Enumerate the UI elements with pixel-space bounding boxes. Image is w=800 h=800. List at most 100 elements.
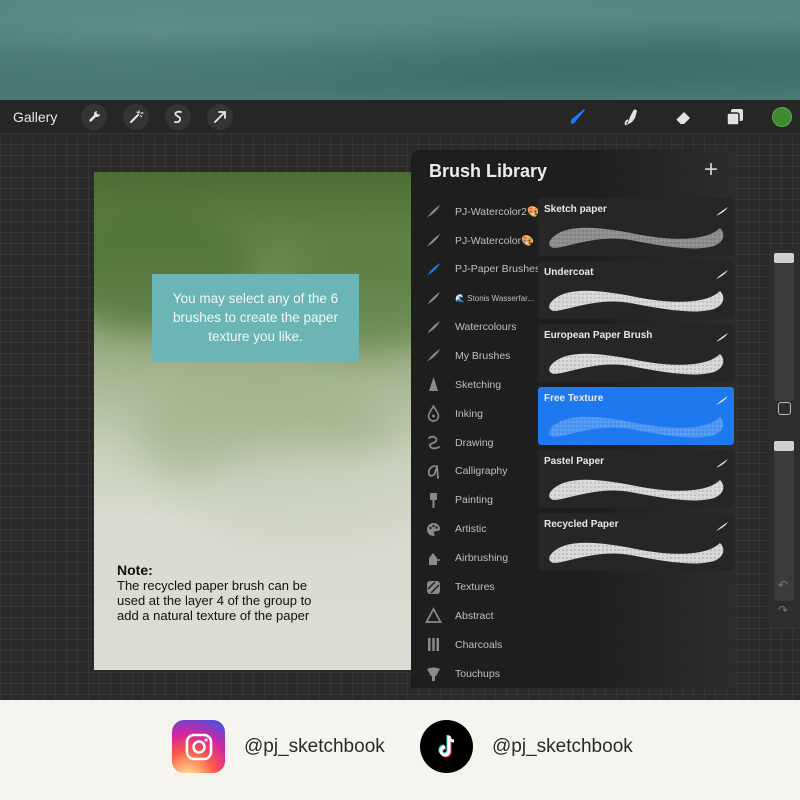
brush-set-label: Charcoals bbox=[455, 638, 503, 651]
tiktok-link[interactable]: @pj_sketchbook bbox=[420, 720, 633, 773]
brush-stroke-preview bbox=[546, 533, 726, 567]
selection-icon[interactable] bbox=[165, 103, 192, 130]
brush-name: Undercoat bbox=[544, 267, 594, 278]
brush-set-list: PJ-Watercolor2🎨 PJ-Watercolor🎨 PJ-Paper Br… bbox=[411, 197, 538, 688]
instagram-handle: @pj_sketchbook bbox=[244, 735, 385, 757]
brush-icon[interactable] bbox=[564, 102, 594, 132]
brush-set-label: Abstract bbox=[455, 609, 494, 622]
brush-set-item[interactable]: Airbrushing bbox=[411, 544, 538, 573]
brush-set-item[interactable]: Charcoals bbox=[411, 630, 538, 659]
brush-stroke-preview bbox=[546, 470, 726, 504]
brush-set-label: Sketching bbox=[455, 378, 502, 391]
gallery-button[interactable]: Gallery bbox=[13, 109, 57, 125]
paintbrush-icon bbox=[425, 492, 442, 509]
instagram-link[interactable]: @pj_sketchbook bbox=[172, 720, 385, 773]
watercolor-banner bbox=[0, 0, 800, 100]
brush-set-item[interactable]: Sketching bbox=[411, 370, 538, 399]
brush-set-item[interactable]: Drawing bbox=[411, 428, 538, 457]
slider-handle[interactable] bbox=[774, 253, 794, 263]
brush-item[interactable]: European Paper Brush bbox=[538, 324, 734, 382]
eraser-icon[interactable] bbox=[668, 102, 698, 132]
brush-set-label: Textures bbox=[455, 581, 495, 594]
brush-size-slider[interactable] bbox=[774, 253, 794, 401]
feather-icon bbox=[716, 456, 728, 468]
airbrush-icon bbox=[425, 550, 442, 567]
feather-icon bbox=[716, 267, 728, 279]
brush-set-item[interactable]: PJ-Watercolor2🎨 bbox=[411, 197, 538, 226]
feather-icon bbox=[716, 204, 728, 216]
plus-icon[interactable]: + bbox=[704, 158, 718, 182]
instagram-icon bbox=[172, 720, 225, 773]
brush-set-item[interactable]: My Brushes bbox=[411, 341, 538, 370]
panel-title: Brush Library bbox=[429, 161, 548, 181]
brush-set-item[interactable]: Calligraphy bbox=[411, 457, 538, 486]
layers-icon[interactable] bbox=[720, 102, 750, 132]
brush-set-label: 🌊 Stonis Wasserfar... bbox=[455, 293, 535, 303]
feather-icon bbox=[425, 347, 442, 364]
slider-handle[interactable] bbox=[774, 441, 794, 451]
brush-set-label: Painting bbox=[455, 494, 493, 507]
brush-set-label: PJ-Watercolor2🎨 bbox=[455, 205, 538, 218]
undo-icon[interactable]: ↶ bbox=[778, 578, 788, 592]
brush-set-label: PJ-Watercolor🎨 bbox=[455, 234, 535, 247]
pencil-tip-icon bbox=[425, 376, 442, 393]
opacity-slider[interactable] bbox=[774, 441, 794, 601]
feather-icon bbox=[425, 261, 442, 278]
brush-set-item[interactable]: Abstract bbox=[411, 601, 538, 630]
smudge-icon[interactable] bbox=[616, 102, 646, 132]
brush-item[interactable]: Undercoat bbox=[538, 261, 734, 319]
tiktok-icon bbox=[420, 720, 473, 773]
brush-stroke-preview bbox=[546, 344, 726, 378]
color-picker-button[interactable] bbox=[772, 106, 792, 127]
note-title: Note: bbox=[117, 562, 153, 578]
palette-icon bbox=[425, 521, 442, 538]
tip-callout: You may select any of the 6 brushes to c… bbox=[152, 274, 359, 362]
feather-icon bbox=[425, 203, 442, 220]
brush-set-item[interactable]: Painting bbox=[411, 486, 538, 515]
feather-icon bbox=[716, 330, 728, 342]
magic-wand-icon[interactable] bbox=[123, 103, 150, 130]
brush-set-label: PJ-Paper Brushes bbox=[455, 263, 538, 276]
brush-stroke-preview bbox=[546, 218, 726, 252]
feather-icon bbox=[425, 232, 442, 249]
brush-item[interactable]: Recycled Paper bbox=[538, 513, 734, 571]
brush-set-item[interactable]: 🌊 Stonis Wasserfar... bbox=[411, 284, 538, 313]
brush-item[interactable]: Free Texture bbox=[538, 387, 734, 445]
brush-set-item[interactable]: Textures bbox=[411, 573, 538, 602]
charcoal-icon bbox=[425, 636, 442, 653]
brush-set-label: Airbrushing bbox=[455, 552, 509, 565]
swirl-icon bbox=[425, 434, 442, 451]
brush-set-label: Drawing bbox=[455, 436, 494, 449]
social-footer: @pj_sketchbook @pj_sketchbook bbox=[0, 700, 800, 800]
wrench-icon[interactable] bbox=[81, 103, 108, 130]
redo-icon[interactable]: ↷ bbox=[778, 603, 788, 617]
brush-name: Pastel Paper bbox=[544, 456, 605, 467]
transform-arrow-icon[interactable] bbox=[207, 103, 234, 130]
feather-icon bbox=[425, 290, 442, 307]
brush-set-item[interactable]: Inking bbox=[411, 399, 538, 428]
brush-set-item[interactable]: PJ-Paper Brushes bbox=[411, 255, 538, 284]
brush-set-label: My Brushes bbox=[455, 349, 511, 362]
modify-button[interactable] bbox=[778, 402, 791, 415]
texture-icon bbox=[425, 579, 442, 596]
feather-icon bbox=[716, 519, 728, 531]
brush-set-item[interactable]: PJ-Watercolor🎨 bbox=[411, 226, 538, 255]
brush-library-panel: Brush Library + PJ-Watercolor2🎨 PJ-Waterc… bbox=[411, 150, 736, 688]
feather-icon bbox=[425, 319, 442, 336]
note-body: The recycled paper brush can be used at … bbox=[117, 578, 312, 623]
brush-item[interactable]: Sketch paper bbox=[538, 198, 734, 256]
note-box: Note: The recycled paper brush can be us… bbox=[117, 562, 327, 623]
brush-stroke-preview bbox=[546, 407, 726, 441]
brush-set-item[interactable]: Touchups bbox=[411, 659, 538, 688]
triangle-icon bbox=[425, 607, 442, 624]
app-toolbar: Gallery bbox=[0, 100, 800, 133]
brush-set-label: Watercolours bbox=[455, 321, 517, 333]
brush-name: Recycled Paper bbox=[544, 519, 619, 530]
brush-set-label: Calligraphy bbox=[455, 465, 508, 478]
brush-set-item[interactable]: Artistic bbox=[411, 515, 538, 544]
brush-item[interactable]: Pastel Paper bbox=[538, 450, 734, 508]
brush-list: Sketch paper Undercoat European Paper Br… bbox=[538, 198, 734, 576]
brush-set-item[interactable]: Watercolours bbox=[411, 313, 538, 342]
side-controls: ↶ ↷ bbox=[769, 248, 800, 628]
brush-set-label: Artistic bbox=[455, 523, 487, 536]
